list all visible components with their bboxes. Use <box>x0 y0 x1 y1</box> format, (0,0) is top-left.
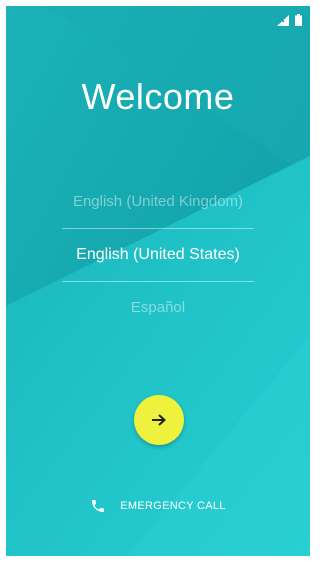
no-signal-icon <box>277 14 289 26</box>
page-title: Welcome <box>81 76 235 117</box>
welcome-screen: Welcome English (United Kingdom) English… <box>6 6 310 556</box>
emergency-call-button[interactable]: EMERGENCY CALL <box>6 498 310 514</box>
status-bar <box>277 14 302 26</box>
language-option-es[interactable]: Español <box>56 282 260 334</box>
battery-icon <box>295 14 302 26</box>
arrow-right-icon <box>152 414 166 426</box>
phone-icon <box>92 500 105 512</box>
language-option-en-us[interactable]: English (United States) <box>56 229 260 281</box>
emergency-call-label: EMERGENCY CALL <box>120 500 226 512</box>
language-picker[interactable]: English (United Kingdom) English (United… <box>56 176 260 334</box>
language-option-en-gb[interactable]: English (United Kingdom) <box>56 176 260 228</box>
next-button[interactable] <box>134 395 184 445</box>
